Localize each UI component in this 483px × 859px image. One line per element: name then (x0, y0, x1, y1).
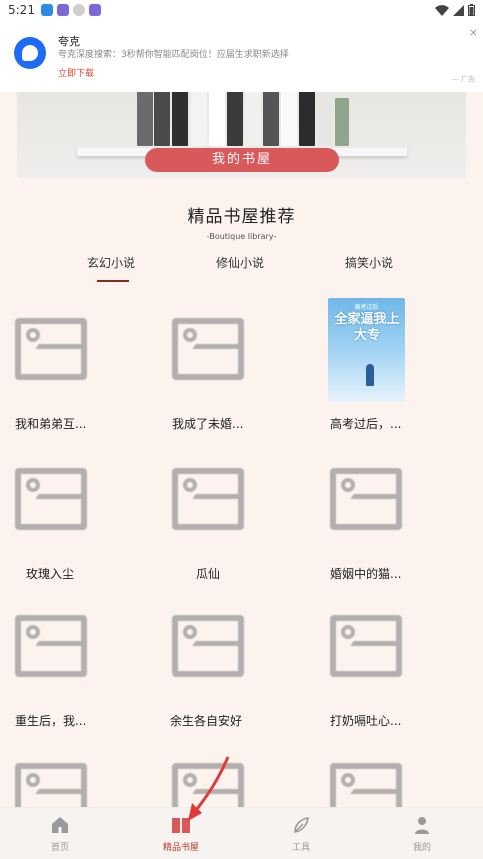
nav-label: 精品书屋 (162, 843, 199, 853)
ad-banner[interactable]: 夸克 夸克深度搜索：3秒帮你智能匹配岗位！应届生求职新选择 立即下载 × — 广… (0, 20, 483, 92)
nav-label: 我的 (412, 843, 431, 853)
image-placeholder-icon (15, 615, 87, 677)
ad-description: 夸克深度搜索：3秒帮你智能匹配岗位！应届生求职新选择 (58, 50, 289, 60)
nav-home[interactable]: 首页 (20, 816, 100, 853)
ad-close-button[interactable]: × (469, 26, 478, 39)
shelf-book (245, 92, 261, 146)
settings-notification-icon (72, 4, 85, 16)
book-cover: 高考过后 全家逼我上大专 (328, 298, 405, 402)
image-placeholder-icon (15, 468, 87, 530)
cover-figure (366, 364, 374, 386)
nav-tools[interactable]: 工具 (261, 816, 341, 853)
weather-icon (56, 4, 69, 16)
book-title: 我和弟弟互... (15, 417, 87, 431)
book-title: 瓜仙 (196, 567, 221, 581)
signal-icon (453, 4, 464, 16)
image-placeholder-icon (172, 468, 244, 530)
battery-icon (468, 4, 475, 16)
cover-subtitle: 高考过后 (354, 304, 379, 311)
tab-xuanhuan[interactable]: 玄幻小说 (87, 254, 135, 271)
ad-tag-label: 广告 (461, 75, 475, 83)
tab-xiuxian[interactable]: 修仙小说 (216, 254, 264, 271)
hero-banner[interactable]: 我的书屋 (17, 92, 466, 178)
nav-label: 首页 (50, 843, 69, 853)
shelf-book (299, 92, 315, 146)
section-subtitle: -Boutique library- (206, 232, 277, 241)
shelf-book (227, 92, 243, 146)
book-title: 我成了未婚... (172, 417, 244, 431)
ad-download-link[interactable]: 立即下载 (58, 66, 94, 79)
shelf-book (191, 92, 207, 146)
bottom-navigation: 首页 精品书屋 工具 我的 (0, 807, 483, 859)
category-tabs: 玄幻小说 修仙小说 搞笑小说 (0, 254, 483, 284)
book-title: 重生后，我... (15, 714, 87, 728)
book-title: 高考过后，... (330, 417, 402, 431)
my-library-badge[interactable]: 我的书屋 (145, 148, 339, 172)
tab-gaoxiao[interactable]: 搞笑小说 (345, 254, 393, 271)
nav-library[interactable]: 精品书屋 (141, 816, 221, 853)
leaf-icon (294, 817, 309, 833)
book-icon (172, 818, 190, 833)
nav-profile[interactable]: 我的 (382, 816, 462, 853)
shelf-book (281, 92, 297, 146)
shelf-book (317, 94, 333, 146)
status-bar: 5:21 (0, 0, 483, 20)
book-title: 玫瑰入尘 (26, 567, 75, 581)
image-placeholder-icon (330, 468, 402, 530)
shelf-book (335, 98, 349, 146)
shelf-book (209, 92, 225, 146)
status-time: 5:21 (8, 3, 35, 17)
active-tab-indicator (97, 280, 129, 282)
cover-title: 全家逼我上大专 (334, 312, 400, 343)
book-title: 打奶嗝吐心... (330, 714, 402, 728)
book-title: 余生各自安好 (170, 714, 243, 728)
wifi-icon (435, 4, 449, 16)
app-notification-icon (40, 4, 53, 16)
section-title: 精品书屋推荐 (187, 207, 296, 227)
user-icon (415, 817, 429, 834)
weather-icon-2 (88, 4, 101, 16)
image-placeholder-icon (15, 318, 87, 380)
shelf-book (154, 92, 170, 146)
shelf-book (263, 92, 279, 146)
ad-tag: — 广告 (451, 75, 475, 83)
quark-logo-icon (14, 37, 46, 69)
shelf-book (137, 92, 153, 146)
image-placeholder-icon (172, 615, 244, 677)
shelf-book (172, 92, 188, 146)
home-icon (52, 817, 68, 833)
nav-label: 工具 (291, 843, 310, 853)
image-placeholder-icon (330, 615, 402, 677)
book-title: 婚姻中的猫... (330, 567, 402, 581)
image-placeholder-icon (172, 318, 244, 380)
